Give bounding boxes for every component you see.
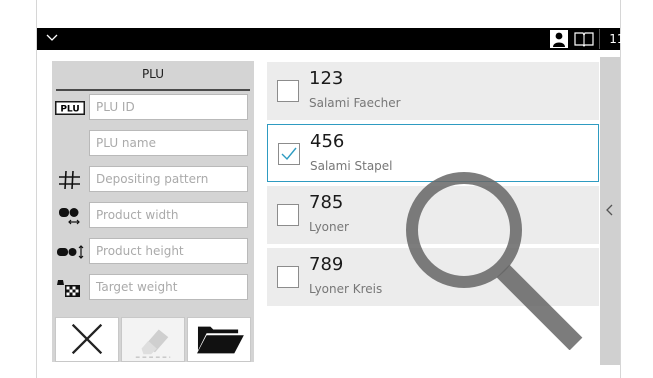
user-icon[interactable] (550, 30, 568, 48)
panel-title-text: PLU (141, 67, 165, 81)
item-checkbox[interactable] (278, 143, 300, 165)
folder-open-icon (197, 326, 244, 354)
chevron-down-icon[interactable] (45, 31, 59, 45)
product-height-input[interactable]: Product height (89, 238, 248, 264)
item-name: Salami Faecher (309, 96, 401, 110)
item-name: Lyoner (309, 220, 349, 234)
item-checkbox[interactable] (277, 266, 299, 288)
action-button-row (52, 317, 254, 362)
target-weight-input[interactable]: Target weight (89, 274, 248, 300)
status-bar: 11:59 (37, 28, 644, 50)
depositing-pattern-row: Depositing pattern (52, 166, 254, 194)
target-weight-icon (57, 280, 80, 297)
list-item[interactable]: 123 Salami Faecher (267, 62, 599, 120)
list-item[interactable]: 456 Salami Stapel (267, 124, 599, 182)
device-frame-left (36, 0, 37, 378)
plu-name-row: PLU name (52, 130, 254, 158)
plu-form-panel: PLU PLU PLU ID PLU name Depositing patte… (52, 61, 254, 362)
device-frame-right (620, 0, 621, 378)
open-folder-button[interactable] (187, 317, 251, 362)
chevron-left-icon (606, 204, 613, 216)
item-name: Salami Stapel (310, 159, 393, 173)
plu-id-input[interactable]: PLU ID (89, 94, 248, 120)
clock-time: 11:59 (599, 29, 653, 49)
list-item[interactable]: 789 Lyoner Kreis (267, 248, 599, 306)
eraser-icon (135, 329, 171, 358)
item-checkbox[interactable] (277, 204, 299, 226)
product-width-icon (59, 208, 80, 225)
erase-button[interactable] (121, 317, 185, 362)
side-panel-toggle[interactable] (600, 57, 620, 365)
close-icon (71, 323, 103, 355)
depositing-pattern-input[interactable]: Depositing pattern (89, 166, 248, 192)
product-width-row: Product width (52, 202, 254, 230)
plu-id-row: PLU PLU ID (52, 94, 254, 122)
plu-name-input[interactable]: PLU name (89, 130, 248, 156)
title-underline (56, 89, 250, 91)
item-number: 123 (309, 68, 344, 89)
product-height-icon (57, 245, 84, 259)
item-number: 785 (309, 192, 344, 213)
item-number: 456 (310, 131, 345, 152)
item-checkbox[interactable] (277, 80, 299, 102)
list-item[interactable]: 785 Lyoner (267, 186, 599, 244)
svg-text:PLU: PLU (60, 105, 79, 115)
book-icon[interactable] (573, 30, 595, 48)
checkmark-icon (281, 147, 297, 161)
product-width-input[interactable]: Product width (89, 202, 248, 228)
item-number: 789 (309, 254, 344, 275)
panel-title: PLU (52, 61, 254, 91)
product-height-row: Product height (52, 238, 254, 266)
target-weight-row: Target weight (52, 274, 254, 302)
plu-icon: PLU (55, 101, 85, 115)
item-name: Lyoner Kreis (309, 282, 383, 296)
cancel-button[interactable] (55, 317, 119, 362)
grid-pattern-icon (59, 170, 80, 190)
